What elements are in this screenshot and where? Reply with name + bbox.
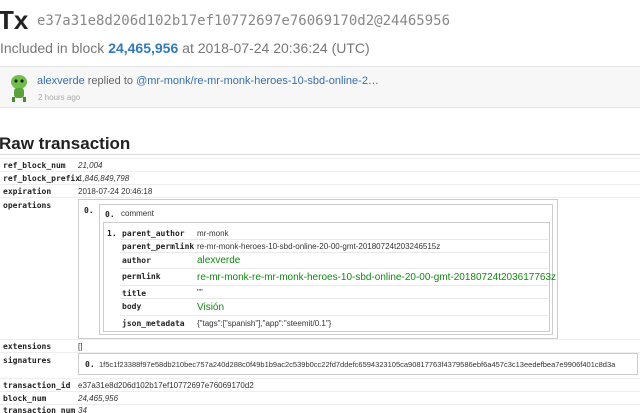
tx-hash-value: e37a31e8d206d102b17ef10772697e76069170d2 <box>37 13 375 29</box>
val-title: "" <box>197 288 203 297</box>
row-block-num: block_num 24,465,956 <box>0 391 640 404</box>
key-parent-permlink: parent_permlink <box>122 242 195 251</box>
op-index: 0. <box>84 206 94 215</box>
op-type: comment <box>121 209 154 218</box>
key-permlink: permlink <box>122 272 161 281</box>
key-signatures: signatures <box>3 356 52 365</box>
signature-value: 1f5c1f23388f97e58db210bec757a240d288c0f4… <box>99 360 616 369</box>
activity-action: replied to <box>87 75 134 87</box>
key-parent-author: parent_author <box>122 229 185 238</box>
section-divider <box>0 154 640 155</box>
val-transaction-num: 34 <box>78 406 87 413</box>
activity-user-link[interactable]: alexverde <box>37 75 85 87</box>
row-ref-block-num: ref_block_num 21,004 <box>0 158 640 171</box>
field-divider <box>120 268 550 269</box>
field-divider <box>120 285 550 286</box>
val-transaction-id: e37a31e8d206d102b17ef10772697e76069170d2 <box>78 381 254 390</box>
page-header: Tx e37a31e8d206d102b17ef10772697e7606917… <box>0 0 640 66</box>
field-divider <box>120 315 550 316</box>
row-transaction-num: transaction_num 34 <box>0 404 640 413</box>
block-link[interactable]: 24,465,956 <box>108 40 178 56</box>
val-parent-permlink: re-mr-monk-heroes-10-sbd-online-20-00-gm… <box>197 242 441 251</box>
op-data-index: 1. <box>107 229 117 238</box>
section-title: Raw transaction <box>0 134 131 153</box>
key-extensions: extensions <box>3 342 52 351</box>
val-author: alexverde <box>197 255 241 266</box>
tx-hash-at: @ <box>374 13 383 29</box>
key-ref-block-prefix: ref_block_prefix <box>3 174 81 183</box>
val-json-metadata: {"tags":["spanish"],"app":"steemit/0.1"} <box>197 319 332 328</box>
tx-hash: e37a31e8d206d102b17ef10772697e76069170d2… <box>37 13 450 29</box>
val-ref-block-num: 21,004 <box>78 161 103 170</box>
key-title: title <box>122 289 147 298</box>
key-transaction-id: transaction_id <box>3 381 71 390</box>
activity-line: alexverde replied to @mr-monk/re-mr-monk… <box>37 75 379 87</box>
val-extensions: [] <box>78 342 83 351</box>
row-ref-block-prefix: ref_block_prefix 1,846,849,798 <box>0 171 640 184</box>
key-body: body <box>122 302 142 311</box>
activity-target-link[interactable]: @mr-monk/re-mr-monk-heroes-10-sbd-online… <box>136 75 379 87</box>
page-title: Tx <box>0 5 29 35</box>
key-transaction-num: transaction_num <box>3 406 76 413</box>
sig-index: 0. <box>85 360 95 369</box>
included-in-block: Included in block 24,465,956 at 2018-07-… <box>0 40 370 56</box>
row-expiration: expiration 2018-07-24 20:46:18 <box>0 184 640 197</box>
key-author: author <box>122 256 151 265</box>
val-parent-author: mr-monk <box>197 229 229 238</box>
val-permlink: re-mr-monk-re-mr-monk-heroes-10-sbd-onli… <box>197 272 557 283</box>
activity-bar: alexverde replied to @mr-monk/re-mr-monk… <box>0 66 640 108</box>
op-inner-index: 0. <box>105 210 115 219</box>
row-transaction-id: transaction_id e37a31e8d206d102b17ef1077… <box>0 378 640 391</box>
val-ref-block-prefix: 1,846,849,798 <box>78 174 130 183</box>
key-expiration: expiration <box>3 187 52 196</box>
key-ref-block-num: ref_block_num <box>3 161 66 170</box>
val-expiration: 2018-07-24 20:46:18 <box>78 187 153 196</box>
key-operations: operations <box>3 201 52 210</box>
activity-time: 2 hours ago <box>38 93 81 102</box>
tx-hash-block: 24465956 <box>382 13 451 29</box>
field-divider <box>120 298 550 299</box>
val-block-num: 24,465,956 <box>78 394 119 403</box>
included-timestamp: at 2018-07-24 20:36:24 (UTC) <box>182 40 370 56</box>
val-body: Visión <box>197 302 225 313</box>
key-block-num: block_num <box>3 394 47 403</box>
field-divider <box>120 239 550 240</box>
included-prefix: Included in block <box>0 40 105 56</box>
key-json-metadata: json_metadata <box>122 319 185 328</box>
field-divider <box>120 252 550 253</box>
avatar[interactable] <box>8 73 30 103</box>
row-extensions: extensions [] <box>0 339 640 352</box>
